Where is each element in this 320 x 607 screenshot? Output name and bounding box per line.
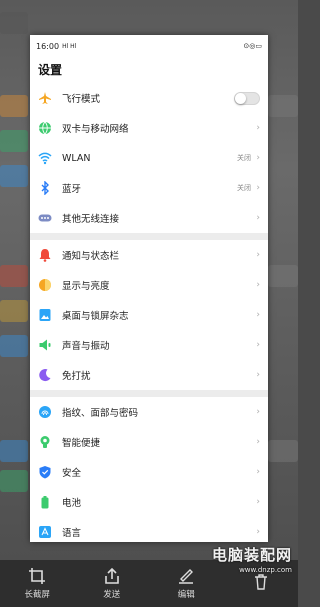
- settings-item-smart[interactable]: 智能便捷 ›: [30, 427, 268, 457]
- share-icon: [104, 567, 119, 584]
- speaker-icon: [38, 338, 52, 352]
- settings-item-image[interactable]: 桌面与锁屏杂志 ›: [30, 300, 268, 330]
- watermark-url: www.dnzp.com: [239, 566, 292, 574]
- toggle-knob: [235, 92, 246, 104]
- bluetooth-icon: [38, 181, 52, 195]
- settings-item-label: 指纹、面部与密码: [62, 408, 139, 419]
- shield-icon: [38, 465, 52, 479]
- moon-icon: [38, 368, 52, 382]
- smart-icon: [38, 435, 52, 449]
- settings-item-shield[interactable]: 安全 ›: [30, 457, 268, 487]
- watermark: 电脑装配网 www.dnzp.com: [212, 544, 292, 574]
- battery-icon: [38, 495, 52, 509]
- long-screenshot-label: 长截屏: [24, 590, 50, 600]
- settings-item-label: 声音与振动: [62, 341, 110, 352]
- delete-button[interactable]: [231, 573, 291, 594]
- chevron-right-icon: ›: [256, 497, 260, 507]
- edit-icon: [179, 569, 194, 584]
- settings-item-label: WLAN: [62, 152, 91, 164]
- delete-icon: [254, 574, 267, 590]
- chevron-right-icon: ›: [256, 527, 260, 537]
- chevron-right-icon: ›: [256, 123, 260, 133]
- settings-item-brightness[interactable]: 显示与亮度 ›: [30, 270, 268, 300]
- settings-group: 指纹、面部与密码 › 智能便捷 › 安全 › 电池 › 语言 ›: [30, 397, 268, 542]
- edit-button[interactable]: 编辑: [156, 567, 216, 600]
- settings-item-fingerprint[interactable]: 指纹、面部与密码 ›: [30, 397, 268, 427]
- settings-item-label: 电池: [62, 498, 82, 509]
- settings-item-label: 语言: [62, 528, 82, 539]
- settings-item-value: 关闭: [237, 184, 251, 192]
- settings-item-moon[interactable]: 免打扰 ›: [30, 360, 268, 390]
- settings-item-value: 关闭: [237, 154, 251, 162]
- settings-item-airplane[interactable]: 飞行模式: [30, 83, 268, 113]
- chevron-right-icon: ›: [256, 370, 260, 380]
- crop-icon: [29, 568, 46, 584]
- language-icon: [38, 525, 52, 539]
- status-bar: 16:00 Hl Hl ⊙◎▭: [30, 35, 268, 57]
- edit-label: 编辑: [177, 590, 195, 600]
- settings-item-bell[interactable]: 通知与状态栏 ›: [30, 240, 268, 270]
- globe-icon: [38, 121, 52, 135]
- wifi-icon: [38, 151, 52, 165]
- status-time: 16:00: [36, 41, 60, 51]
- airplane-mode-toggle[interactable]: [234, 91, 260, 105]
- settings-item-language[interactable]: 语言 ›: [30, 517, 268, 542]
- settings-item-label: 智能便捷: [62, 438, 101, 449]
- bell-icon: [38, 248, 52, 262]
- send-label: 发送: [103, 590, 121, 600]
- watermark-title: 电脑装配网: [211, 546, 292, 564]
- chevron-right-icon: ›: [256, 407, 260, 417]
- page-title: 设置: [38, 63, 63, 77]
- chevron-right-icon: ›: [256, 153, 260, 163]
- send-button[interactable]: 发送: [82, 567, 142, 600]
- dots-icon: [38, 211, 52, 225]
- status-right-icons: ⊙◎▭: [243, 42, 262, 50]
- settings-screen: 16:00 Hl Hl ⊙◎▭ 设置 飞行模式 双卡与移动网络 › WLAN 关闭 › 蓝牙…: [30, 35, 268, 542]
- airplane-icon: [38, 91, 52, 105]
- settings-item-label: 显示与亮度: [62, 281, 110, 292]
- settings-item-label: 飞行模式: [62, 94, 101, 105]
- chevron-right-icon: ›: [256, 213, 260, 223]
- signal-indicator: Hl Hl: [62, 42, 77, 50]
- long-screenshot-button[interactable]: 长截屏: [7, 567, 67, 600]
- brightness-icon: [38, 278, 52, 292]
- settings-item-dots[interactable]: 其他无线连接 ›: [30, 203, 268, 233]
- settings-group: 通知与状态栏 › 显示与亮度 › 桌面与锁屏杂志 › 声音与振动 › 免打扰 ›: [30, 240, 268, 390]
- settings-item-label: 双卡与移动网络: [62, 124, 129, 135]
- fingerprint-icon: [38, 405, 52, 419]
- settings-group: 飞行模式双卡与移动网络 › WLAN 关闭 › 蓝牙 关闭 › 其他无线连接 ›: [30, 83, 268, 233]
- settings-item-label: 桌面与锁屏杂志: [62, 311, 129, 322]
- settings-item-label: 其他无线连接: [62, 214, 120, 225]
- chevron-right-icon: ›: [256, 280, 260, 290]
- title-bar: 设置: [30, 57, 268, 83]
- chevron-right-icon: ›: [256, 310, 260, 320]
- image-icon: [38, 308, 52, 322]
- chevron-right-icon: ›: [256, 467, 260, 477]
- chevron-right-icon: ›: [256, 250, 260, 260]
- settings-item-speaker[interactable]: 声音与振动 ›: [30, 330, 268, 360]
- chevron-right-icon: ›: [256, 437, 260, 447]
- settings-item-globe[interactable]: 双卡与移动网络 ›: [30, 113, 268, 143]
- settings-item-label: 安全: [62, 468, 82, 479]
- settings-item-label: 蓝牙: [62, 184, 82, 195]
- chevron-right-icon: ›: [256, 340, 260, 350]
- settings-item-wifi[interactable]: WLAN 关闭 ›: [30, 143, 268, 173]
- settings-item-label: 通知与状态栏: [62, 251, 120, 262]
- settings-item-bluetooth[interactable]: 蓝牙 关闭 ›: [30, 173, 268, 203]
- chevron-right-icon: ›: [256, 183, 260, 193]
- settings-item-label: 免打扰: [62, 371, 91, 382]
- settings-item-battery[interactable]: 电池 ›: [30, 487, 268, 517]
